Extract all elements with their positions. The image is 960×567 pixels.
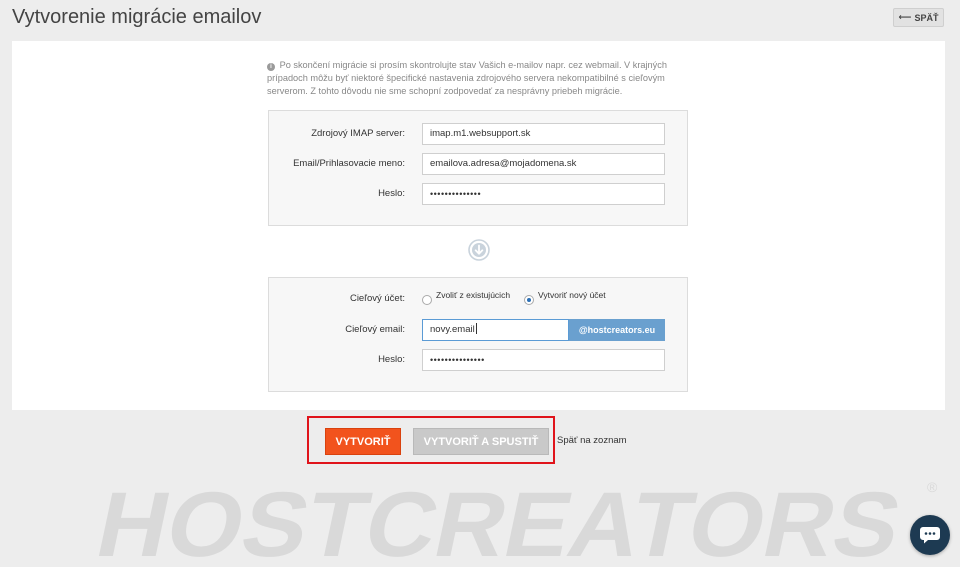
- text-caret: [475, 323, 477, 334]
- back-button[interactable]: ⟵ SPÄŤ: [893, 8, 944, 27]
- source-password-label: Heslo:: [378, 188, 405, 199]
- target-account-label: Cieľový účet:: [349, 293, 405, 304]
- chat-button[interactable]: [910, 515, 950, 555]
- target-email-input[interactable]: novy.email: [422, 319, 569, 341]
- registered-mark: ®: [927, 479, 938, 495]
- imap-server-row: Zdrojový IMAP server: imap.m1.websupport…: [269, 123, 687, 145]
- source-server-panel: Zdrojový IMAP server: imap.m1.websupport…: [268, 110, 688, 226]
- migration-notice: i Po skončení migrácie si prosím skontro…: [267, 59, 707, 98]
- source-password-row: Heslo: ••••••••••••••: [269, 183, 687, 205]
- target-account-options: Zvoliť z existujúcich Vytvoriť nový účet: [422, 290, 606, 310]
- target-domain-addon: @hostcreators.eu: [569, 319, 665, 341]
- arrow-down-circle-icon: [468, 239, 490, 261]
- create-and-run-button[interactable]: VYTVORIŤ A SPUSTIŤ: [413, 428, 549, 455]
- target-account-panel: Cieľový účet: Zvoliť z existujúcich Vytv…: [268, 277, 688, 392]
- arrow-left-icon: ⟵: [898, 12, 912, 22]
- imap-server-label: Zdrojový IMAP server:: [311, 128, 405, 139]
- watermark-text: HOSTCREATORS: [92, 474, 910, 564]
- radio-new[interactable]: [524, 295, 535, 305]
- option-new-label: Vytvoriť nový účet: [538, 290, 606, 300]
- hostcreators-watermark-logo: HOSTCREATORS ®: [92, 474, 938, 564]
- radio-existing[interactable]: [422, 295, 432, 305]
- login-input[interactable]: emailova.adresa@mojadomena.sk: [422, 153, 665, 175]
- info-icon: i: [267, 63, 275, 71]
- target-email-value: novy.email: [430, 324, 475, 335]
- migration-form-card: i Po skončení migrácie si prosím skontro…: [12, 41, 945, 410]
- option-new-account[interactable]: Vytvoriť nový účet: [524, 290, 606, 310]
- target-password-row: Heslo: •••••••••••••••: [269, 349, 687, 371]
- notice-text: Po skončení migrácie si prosím skontrolu…: [267, 60, 667, 96]
- target-email-label: Cieľový email:: [345, 324, 405, 335]
- target-account-row: Cieľový účet: Zvoliť z existujúcich Vytv…: [269, 288, 687, 310]
- target-password-label: Heslo:: [378, 354, 405, 365]
- target-password-input[interactable]: •••••••••••••••: [422, 349, 665, 371]
- back-button-label: SPÄŤ: [914, 12, 939, 23]
- source-password-input[interactable]: ••••••••••••••: [422, 183, 665, 205]
- page-title: Vytvorenie migrácie emailov: [12, 6, 262, 28]
- chat-bubble-icon: [920, 527, 940, 544]
- imap-server-input[interactable]: imap.m1.websupport.sk: [422, 123, 665, 145]
- option-existing-account[interactable]: Zvoliť z existujúcich: [422, 290, 510, 310]
- login-label: Email/Prihlasovacie meno:: [293, 158, 405, 169]
- create-button[interactable]: VYTVORIŤ: [325, 428, 401, 455]
- back-to-list-link[interactable]: Späť na zoznam: [557, 435, 627, 446]
- target-email-row: Cieľový email: novy.email @hostcreators.…: [269, 319, 687, 341]
- login-row: Email/Prihlasovacie meno: emailova.adres…: [269, 153, 687, 175]
- option-existing-label: Zvoliť z existujúcich: [436, 290, 511, 300]
